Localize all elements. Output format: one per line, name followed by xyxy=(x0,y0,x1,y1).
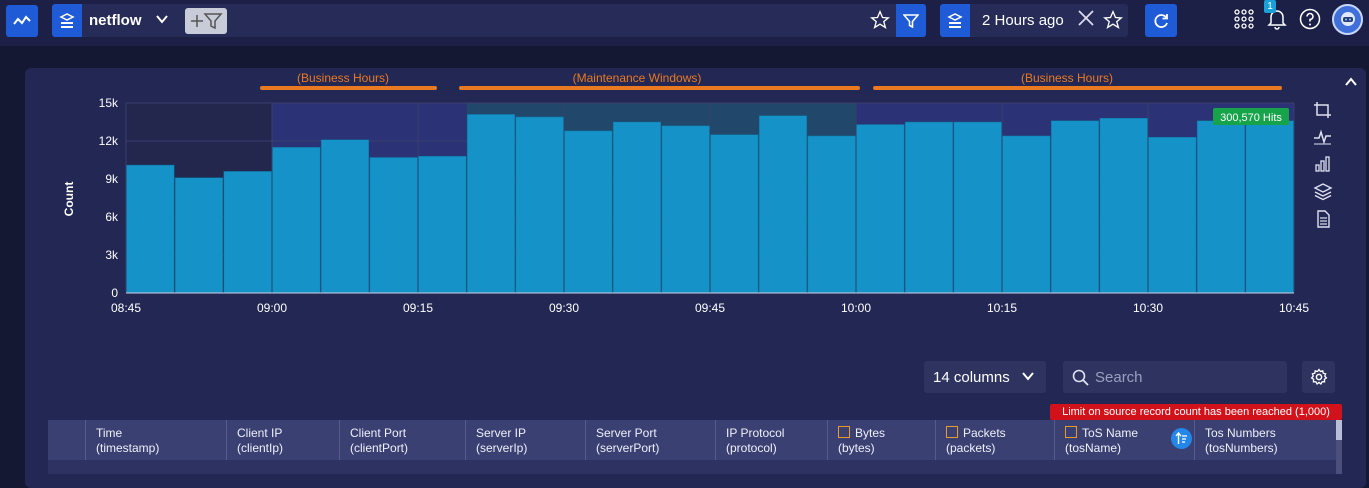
table-header-client-ip[interactable]: Client IP (clientIp) xyxy=(226,420,339,460)
bar xyxy=(418,155,467,294)
line-chart-icon[interactable] xyxy=(1313,128,1333,151)
bar xyxy=(1148,136,1197,294)
table-settings-button[interactable] xyxy=(1302,361,1335,393)
y-tick-label: 9k xyxy=(105,172,119,186)
bar xyxy=(904,121,954,294)
search-box xyxy=(1063,361,1287,393)
bar xyxy=(1050,120,1100,294)
y-axis-label: Count xyxy=(62,182,76,217)
x-tick-label: 09:00 xyxy=(257,301,287,315)
table-header-bytes[interactable]: Bytes (bytes) xyxy=(827,420,935,460)
table-header: Time (timestamp) Client IP (clientIp) Clie… xyxy=(48,420,1336,460)
x-tick-label: 09:15 xyxy=(403,301,433,315)
bar xyxy=(174,177,224,294)
bar xyxy=(612,121,662,294)
table-header-time[interactable]: Time (timestamp) xyxy=(85,420,226,460)
calculator-icon xyxy=(946,426,958,438)
band-label: (Maintenance Windows) xyxy=(573,71,702,85)
y-tick-label: 12k xyxy=(99,134,119,148)
bar xyxy=(369,157,418,294)
table-header-server-ip[interactable]: Server IP (serverIp) xyxy=(465,420,585,460)
columns-label: 14 columns xyxy=(933,369,1010,386)
y-tick-label: 0 xyxy=(111,286,118,300)
table-row[interactable] xyxy=(48,460,1336,474)
y-tick-label: 15k xyxy=(99,96,119,110)
bar xyxy=(223,171,272,294)
hits-label: 300,570 Hits xyxy=(1220,112,1282,124)
x-tick-label: 09:45 xyxy=(695,301,725,315)
band-label: (Business Hours) xyxy=(297,71,389,85)
x-tick-label: 10:00 xyxy=(841,301,871,315)
bar xyxy=(807,135,856,294)
x-tick-label: 10:45 xyxy=(1279,301,1309,315)
bar xyxy=(856,124,905,294)
bar xyxy=(564,130,613,294)
table-header-ip-protocol[interactable]: IP Protocol (protocol) xyxy=(715,420,827,460)
gear-icon xyxy=(1310,368,1327,386)
bar xyxy=(661,125,710,294)
columns-dropdown[interactable]: 14 columns xyxy=(924,361,1046,393)
bar xyxy=(1196,120,1246,294)
table-header-server-port[interactable]: Server Port (serverPort) xyxy=(585,420,715,460)
hits-badge: 300,570 Hits xyxy=(1213,108,1289,125)
record-limit-warning: Limit on source record count has been re… xyxy=(1050,404,1342,420)
table-scrollbar-thumb[interactable] xyxy=(1336,420,1342,440)
calculator-icon xyxy=(1065,426,1077,438)
x-tick-label: 10:15 xyxy=(987,301,1017,315)
y-tick-label: 6k xyxy=(105,210,119,224)
table-header-client-port[interactable]: Client Port (clientPort) xyxy=(339,420,465,460)
crop-icon[interactable] xyxy=(1313,101,1333,124)
table-header-tos-numbers[interactable]: Tos Numbers (tosNumbers) xyxy=(1194,420,1336,460)
bar xyxy=(466,114,516,294)
layers-icon[interactable] xyxy=(1313,183,1333,206)
x-tick-label: 08:45 xyxy=(111,301,141,315)
y-tick-label: 3k xyxy=(105,248,119,262)
bar-chart-icon[interactable] xyxy=(1313,155,1333,178)
table-header-select[interactable] xyxy=(48,420,85,460)
table-header-packets[interactable]: Packets (packets) xyxy=(935,420,1054,460)
x-tick-label: 09:30 xyxy=(549,301,579,315)
sort-button[interactable] xyxy=(1171,428,1192,449)
calculator-icon xyxy=(838,426,850,438)
bar xyxy=(710,134,759,294)
search-input[interactable] xyxy=(1095,361,1280,393)
bar xyxy=(953,121,1002,294)
bar xyxy=(758,115,808,294)
histogram-chart: (Business Hours) (Maintenance Windows) (Bu… xyxy=(62,71,1309,315)
bar xyxy=(126,164,175,294)
bar xyxy=(320,139,370,294)
band-label: (Business Hours) xyxy=(1021,71,1113,85)
bar xyxy=(515,116,564,294)
sort-icon xyxy=(1175,432,1187,444)
x-tick-label: 10:30 xyxy=(1133,301,1163,315)
bar xyxy=(1002,135,1051,294)
bar xyxy=(1099,117,1148,294)
bar xyxy=(1245,120,1294,294)
search-icon xyxy=(1072,369,1089,391)
bar xyxy=(272,147,321,294)
document-icon[interactable] xyxy=(1313,210,1333,233)
chevron-down-icon xyxy=(1020,368,1036,389)
